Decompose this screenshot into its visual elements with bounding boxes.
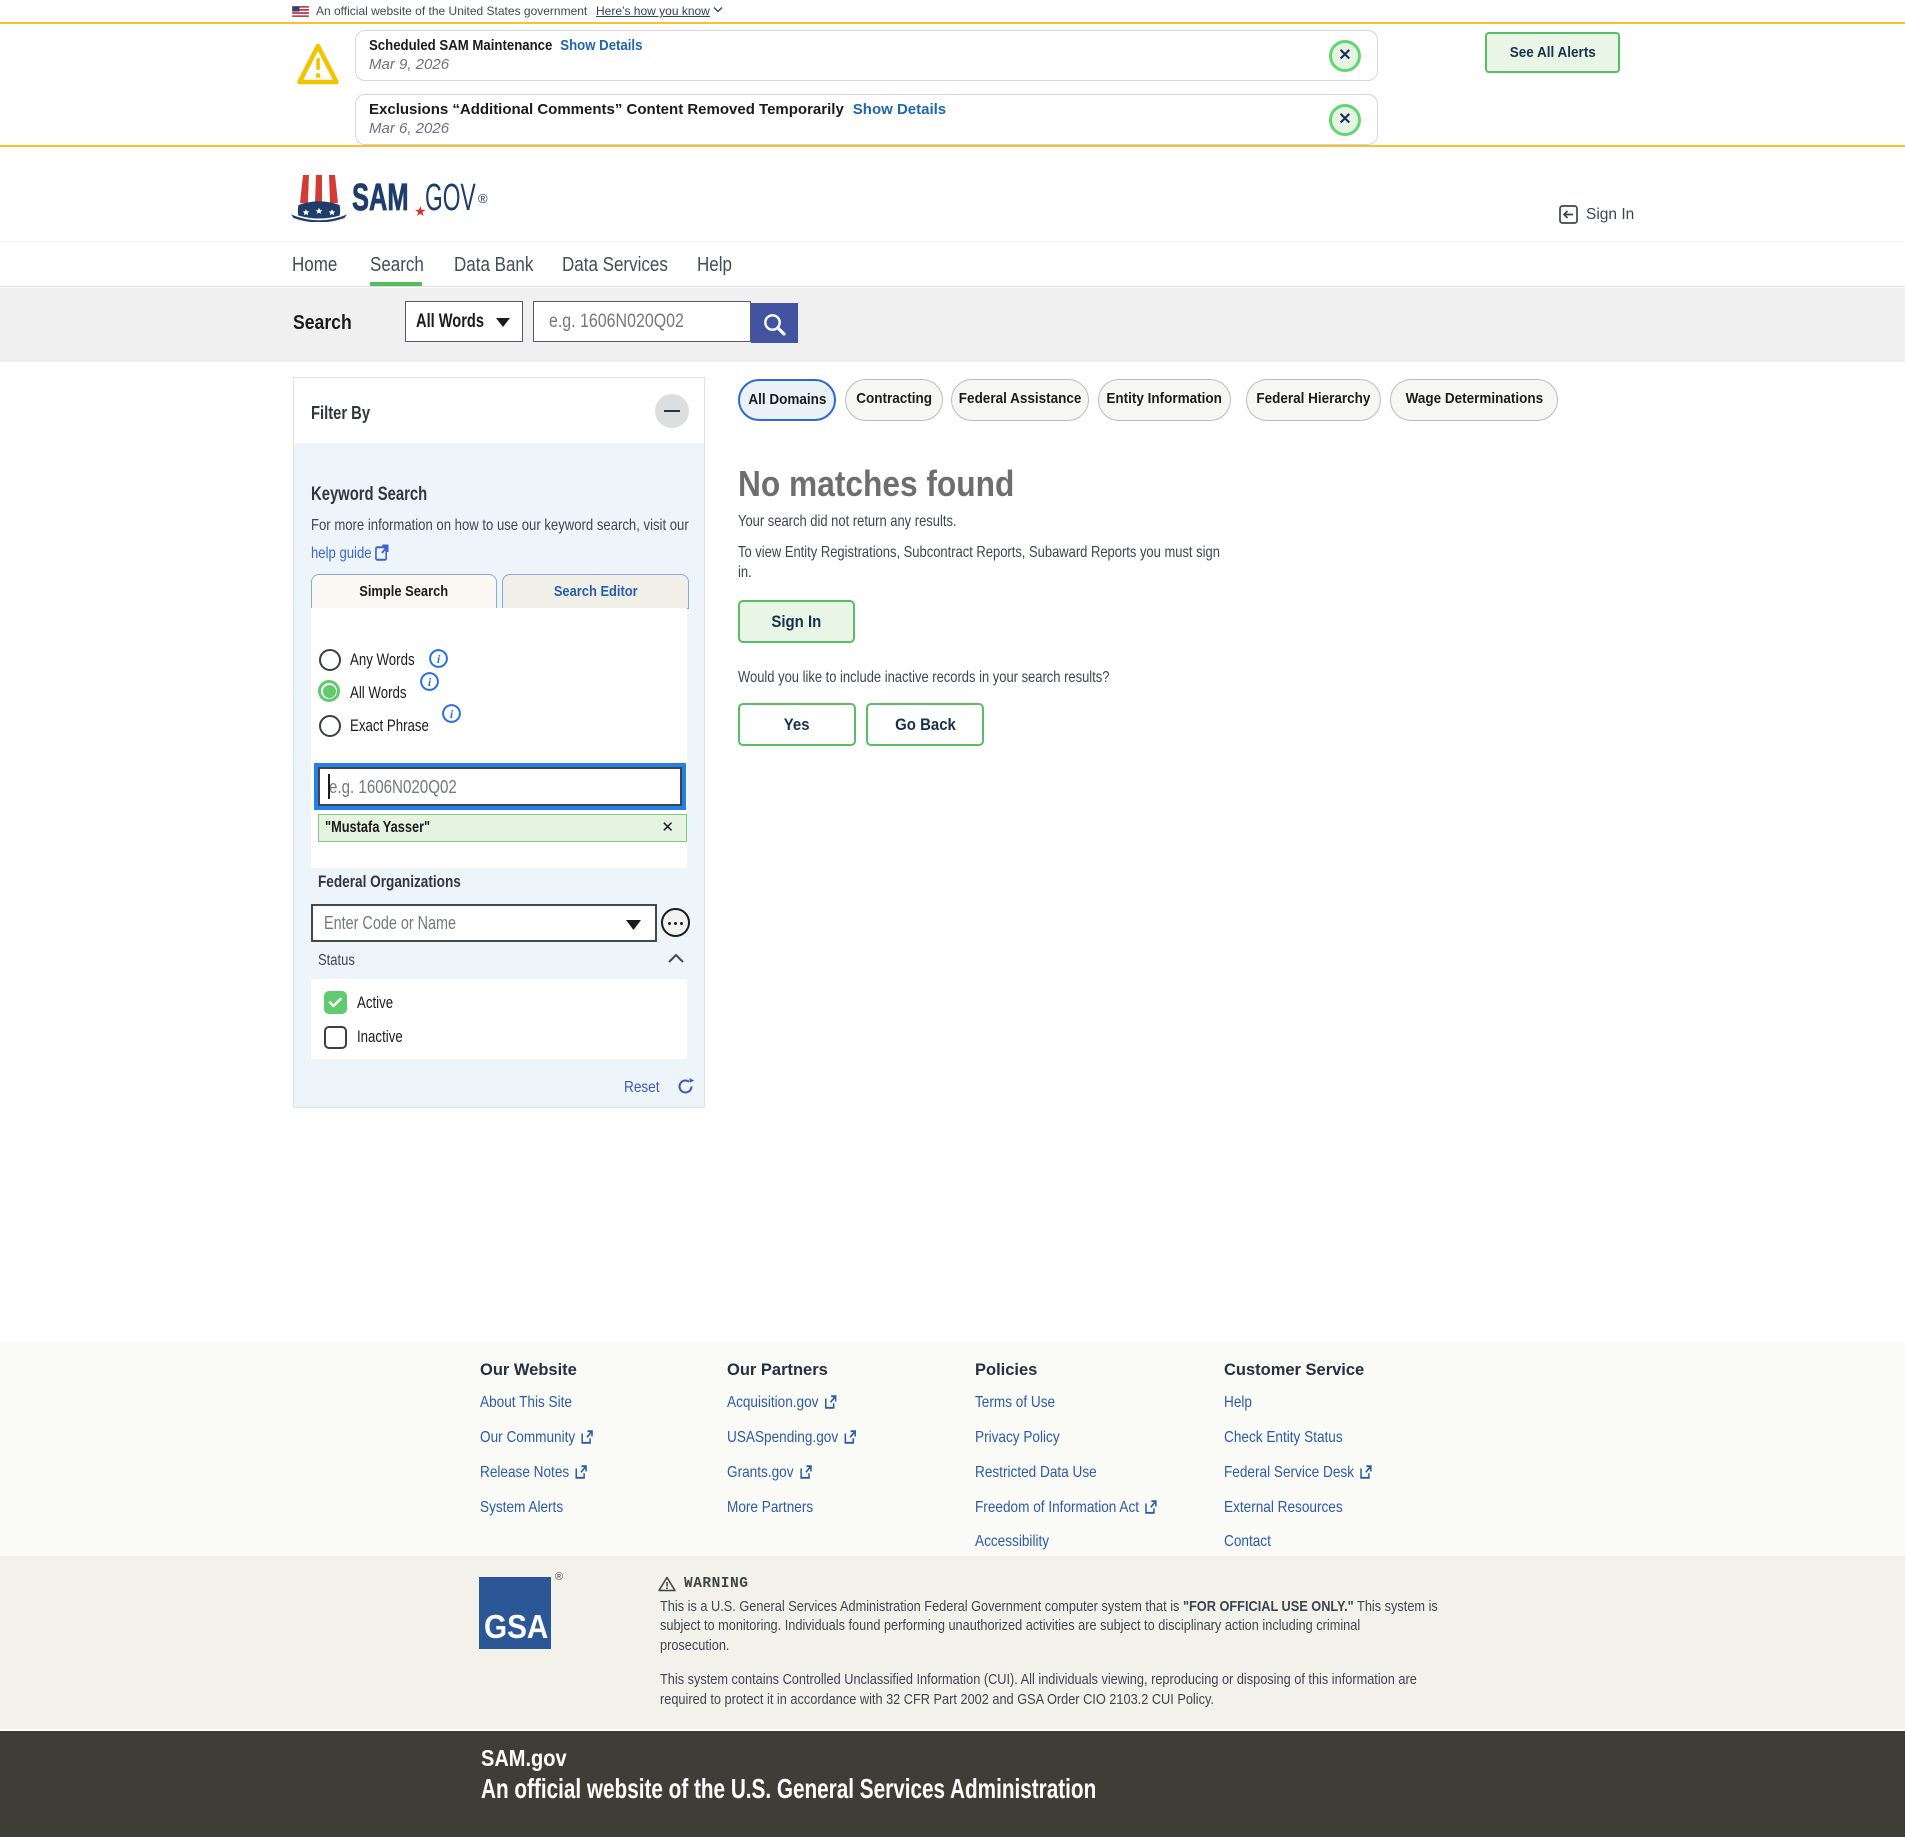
svg-text:i: i	[428, 675, 432, 689]
svg-text:i: i	[450, 707, 454, 721]
svg-text:i: i	[437, 652, 441, 666]
